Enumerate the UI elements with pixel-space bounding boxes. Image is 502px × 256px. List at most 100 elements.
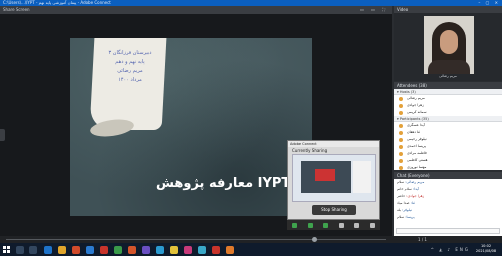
system-tray[interactable]: ^ ◭ ♪ ENG xyxy=(431,247,470,252)
attendee-row[interactable]: سمانه کریمی xyxy=(394,109,502,116)
attendee-name: مریم رضائی xyxy=(407,96,425,100)
share-pod-header: Share Screen ▭ ▭ ⛶ xyxy=(0,6,392,14)
share-preview-title: Adobe Connect xyxy=(288,141,379,147)
slide-school: دبیرستان فرزانگان ۳ xyxy=(108,50,152,56)
attendees-pod: Attendees (38) ▾ Hosts (3) مریم رضائی زه… xyxy=(394,82,502,170)
app-icon[interactable] xyxy=(142,246,150,254)
chat-text: سلام xyxy=(397,215,405,219)
windows-start-icon[interactable] xyxy=(3,246,10,253)
chrome-icon[interactable] xyxy=(72,246,80,254)
attendee-name: ثنا دهقان xyxy=(407,130,421,134)
chat-message: آیدا: سلام خانم xyxy=(394,186,502,193)
slide-teacher: مریم رضائی xyxy=(117,68,143,74)
page-indicator: 1 / 1 xyxy=(418,237,427,242)
chat-sender: آیدا: xyxy=(412,187,419,191)
collapse-handle[interactable] xyxy=(0,129,5,141)
attendee-name: نیلوفر رحیمی xyxy=(407,137,427,141)
webcam-name: مریم رضائی xyxy=(439,74,457,78)
chat-message: نیلوفر: بله xyxy=(394,207,502,214)
windows-taskbar: ^ ◭ ♪ ENG 10:02 2021/08/08 xyxy=(0,243,502,256)
webcam-feed xyxy=(424,16,474,74)
adobe-connect-icon[interactable] xyxy=(100,246,108,254)
person-icon xyxy=(399,137,403,142)
people-icon[interactable] xyxy=(354,222,360,228)
attendee-row[interactable]: هستی کاظمی xyxy=(394,157,502,164)
person-icon xyxy=(399,130,403,135)
presentation-slide: دبیرستان فرزانگان ۳ پایه نهم و دهم مریم … xyxy=(70,38,312,216)
chat-message: پریسا: سلام xyxy=(394,214,502,221)
photos-icon[interactable] xyxy=(198,246,206,254)
attendee-name: فاطمه مرادی xyxy=(407,151,427,155)
attendee-row[interactable]: آیدا عسگری xyxy=(394,122,502,129)
chat-sender: زهرا جوادی: xyxy=(406,194,425,198)
adobe-connect-window: C:\Users\...\IYPT - پیمان آموزشی پایه نه… xyxy=(0,0,502,256)
person-icon xyxy=(399,103,403,108)
meeting-bottom-bar: 1 / 1 xyxy=(0,236,502,243)
attendee-name: هستی کاظمی xyxy=(407,158,428,162)
search-icon[interactable] xyxy=(16,246,24,254)
slider-knob[interactable] xyxy=(312,237,317,242)
telegram-icon[interactable] xyxy=(156,246,164,254)
slide-title: معارفه پژوهش IYPT xyxy=(156,176,291,191)
attendee-row[interactable]: ثنا دهقان xyxy=(394,129,502,136)
person-icon xyxy=(399,144,403,149)
chat-message: ثنا: صدا میاد xyxy=(394,200,502,207)
attendee-name: مهسا نوروزی xyxy=(407,165,427,169)
excel-icon[interactable] xyxy=(114,246,122,254)
video-pod-header: Video xyxy=(394,6,502,13)
person-icon xyxy=(399,110,403,115)
pod-controls[interactable]: ▭ ▭ ⛶ xyxy=(360,6,388,14)
attendee-row[interactable]: زهرا جوادی xyxy=(394,102,502,109)
chat-sender: نیلوفر: xyxy=(402,208,412,212)
edge-icon[interactable] xyxy=(44,246,52,254)
taskbar-clock[interactable]: 10:02 2021/08/08 xyxy=(473,244,499,254)
firefox-icon[interactable] xyxy=(226,246,234,254)
slide-slider[interactable] xyxy=(6,239,386,240)
chat-sender: مریم رضائی: xyxy=(405,180,425,184)
share-stage: دبیرستان فرزانگان ۳ پایه نهم و دهم مریم … xyxy=(0,14,392,236)
currently-sharing-label: Currently Sharing xyxy=(292,148,328,153)
share-toolbar xyxy=(287,220,380,230)
slide-date: مرداد ۱۴۰۰ xyxy=(118,77,142,83)
attendee-row[interactable]: مهسا نوروزی xyxy=(394,164,502,171)
attendee-row[interactable]: نیلوفر رحیمی xyxy=(394,136,502,143)
pdf-icon[interactable] xyxy=(212,246,220,254)
chat-sender: ثنا: xyxy=(410,201,415,205)
chat-header: Chat (Everyone) xyxy=(394,172,502,179)
screen-icon[interactable] xyxy=(292,222,298,228)
chat-sender: پریسا: xyxy=(405,215,415,219)
chat-input[interactable] xyxy=(396,228,500,234)
share-pod: Share Screen ▭ ▭ ⛶ دبیرستان فرزانگان ۳ پ… xyxy=(0,6,392,236)
task-view-icon[interactable] xyxy=(29,246,37,254)
window-title: C:\Users\...\IYPT - پیمان آموزشی پایه نه… xyxy=(3,0,111,5)
attendee-row[interactable]: پریسا احمدی xyxy=(394,143,502,150)
attendee-name: آیدا عسگری xyxy=(407,123,425,127)
person-icon xyxy=(399,96,403,101)
person-icon xyxy=(399,123,403,128)
person-icon xyxy=(399,151,403,156)
share-thumbnail xyxy=(292,154,376,202)
stop-sharing-button[interactable]: Stop Sharing xyxy=(312,205,356,215)
word-icon[interactable] xyxy=(86,246,94,254)
chat-message: مریم رضائی: سلام xyxy=(394,179,502,186)
settings-icon[interactable] xyxy=(369,222,375,228)
media-icon[interactable] xyxy=(184,246,192,254)
share-pod-title: Share Screen xyxy=(3,7,30,12)
mic-icon[interactable] xyxy=(307,222,313,228)
attendee-row[interactable]: فاطمه مرادی xyxy=(394,150,502,157)
powerpoint-icon[interactable] xyxy=(128,246,136,254)
share-preview-window: Adobe Connect Currently Sharing Stop Sha… xyxy=(287,140,380,220)
folder-icon[interactable] xyxy=(58,246,66,254)
attendee-name: زهرا جوادی xyxy=(407,103,424,107)
thumb-panel xyxy=(353,161,371,193)
chat-text: بله xyxy=(397,208,402,212)
chat-text: حاضر xyxy=(397,194,406,198)
notes-icon[interactable] xyxy=(170,246,178,254)
chat-icon[interactable] xyxy=(338,222,344,228)
video-pod: Video مریم رضائی xyxy=(394,6,502,81)
chat-text: صدا میاد xyxy=(397,201,410,205)
camera-icon[interactable] xyxy=(323,222,329,228)
clock-date: 2021/08/08 xyxy=(475,249,497,253)
thumb-highlight xyxy=(315,169,335,181)
attendee-row[interactable]: مریم رضائی xyxy=(394,95,502,102)
